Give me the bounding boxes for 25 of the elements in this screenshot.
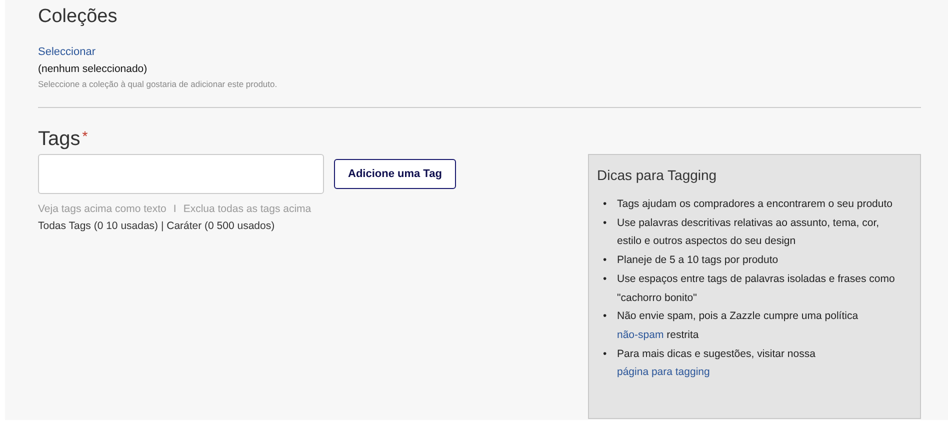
- section-title: Coleções: [38, 6, 118, 28]
- bullet: •: [603, 309, 608, 324]
- tips-title: Dicas para Tagging: [597, 167, 718, 183]
- tip-text: Não envie spam, pois a Zazzle cumpre uma política não-spam restrita: [617, 309, 860, 343]
- separator: I: [173, 203, 176, 215]
- bullet: •: [603, 197, 608, 212]
- usage-text: Todas Tags (0 10 usadas) | Caráter (0 500 usados): [38, 220, 276, 232]
- tip-text: Planeje de 5 a 10 tags por produto: [617, 253, 780, 268]
- bullet: •: [603, 216, 608, 231]
- bullet: •: [603, 346, 608, 362]
- section-title: Tags: [38, 128, 80, 151]
- required-mark: *: [82, 128, 88, 144]
- tip-link[interactable]: não-spam: [617, 328, 664, 341]
- add-tag-button[interactable]: Adicione uma Tag: [334, 159, 456, 189]
- bullet: •: [603, 253, 608, 268]
- tip-link[interactable]: página para tagging: [617, 366, 710, 378]
- tip-text: Use espaços entre tags de palavras isoladas e frases como "cachorro bonito": [617, 272, 896, 306]
- select-link[interactable]: Seleccionar: [38, 46, 96, 58]
- tip-text: Tags ajudam os compradores a encontrarem o seu produto: [617, 197, 894, 212]
- tip-text: Para mais dicas e sugestões, visitar nossa página para tagging: [617, 346, 816, 380]
- bullet: •: [603, 272, 608, 287]
- tip-text: Use palavras descritivas relativas ao assunto, tema, cor, estilo e outros aspectos do seu design: [617, 216, 880, 250]
- hint-text: Seleccione a coleção à qual gostaria de adicionar este produto.: [38, 79, 278, 89]
- selection-text: (nenhum seleccionado): [38, 63, 148, 75]
- tag-input-field[interactable]: [38, 154, 324, 194]
